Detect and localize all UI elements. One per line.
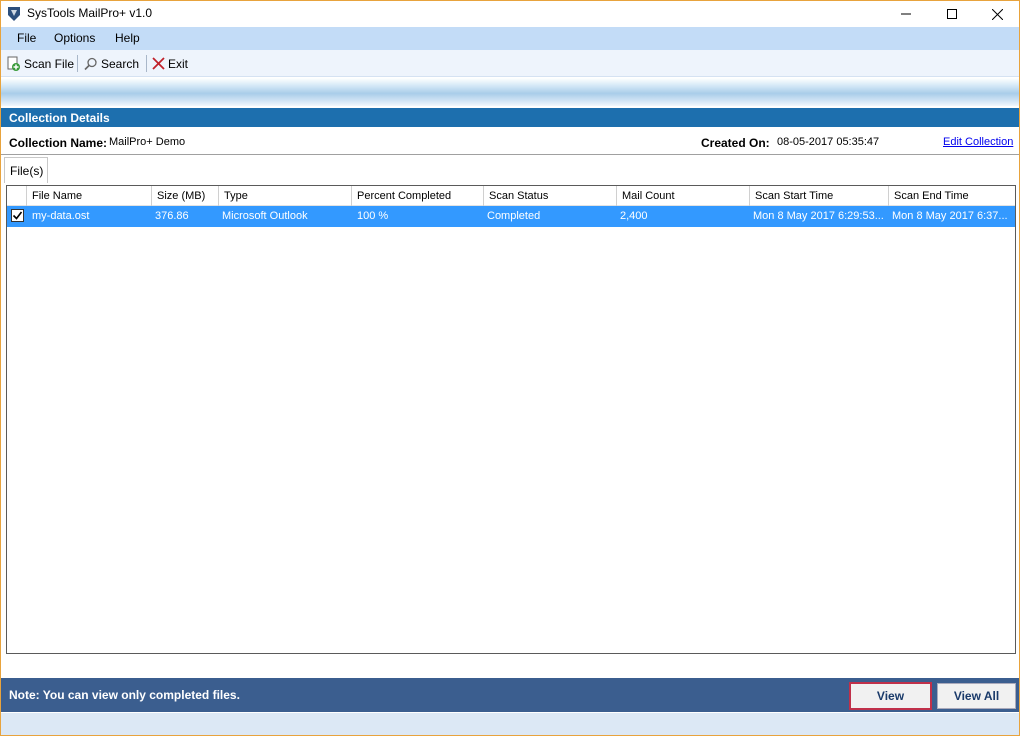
cell-type: Microsoft Outlook — [222, 210, 308, 222]
toolbar: Scan File Search Exit — [1, 50, 1019, 77]
column-header-type[interactable]: Type — [219, 186, 352, 206]
collection-name-label: Collection Name: — [9, 136, 108, 150]
created-on-label: Created On: — [701, 136, 770, 150]
cell-file-name: my-data.ost — [32, 210, 90, 222]
menu-options[interactable]: Options — [54, 31, 95, 45]
collection-info: Collection Name: MailPro+ Demo Created O… — [1, 131, 1019, 153]
scan-file-label: Scan File — [24, 56, 75, 71]
created-on-value: 08-05-2017 05:35:47 — [777, 136, 880, 148]
view-button[interactable]: View — [849, 682, 932, 710]
exit-icon — [152, 57, 165, 70]
minimize-button[interactable] — [883, 1, 929, 27]
search-button[interactable]: Search — [84, 54, 139, 73]
column-header-file-name[interactable]: File Name — [27, 186, 152, 206]
title-bar: SysTools MailPro+ v1.0 — [1, 1, 1019, 27]
collection-name-value: MailPro+ Demo — [109, 136, 186, 148]
collection-details-header: Collection Details — [1, 108, 1019, 127]
column-header-mail-count[interactable]: Mail Count — [617, 186, 750, 206]
column-header-scan-status[interactable]: Scan Status — [484, 186, 617, 206]
cell-scan-start-time: Mon 8 May 2017 6:29:53... — [753, 210, 884, 222]
menu-file[interactable]: File — [17, 31, 36, 45]
cell-scan-status: Completed — [487, 210, 541, 222]
cell-scan-end-time: Mon 8 May 2017 6:37... — [892, 210, 1008, 222]
tab-files[interactable]: File(s) — [4, 157, 48, 183]
checkmark-icon — [12, 211, 23, 220]
footer-bar: Note: You can view only completed files.… — [1, 678, 1019, 712]
app-logo-icon — [6, 6, 22, 22]
search-icon — [84, 57, 97, 70]
minimize-icon — [901, 13, 911, 15]
window-title: SysTools MailPro+ v1.0 — [27, 6, 153, 20]
scan-file-button[interactable]: Scan File — [6, 54, 74, 73]
search-label: Search — [101, 56, 140, 71]
files-grid: File Name Size (MB) Type Percent Complet… — [6, 185, 1016, 654]
menu-help[interactable]: Help — [115, 31, 140, 45]
row-checkbox[interactable] — [11, 209, 24, 222]
column-header-size[interactable]: Size (MB) — [152, 186, 219, 206]
cell-percent-completed: 100 % — [357, 210, 389, 222]
column-header-scan-start-time[interactable]: Scan Start Time — [750, 186, 889, 206]
maximize-icon — [947, 9, 957, 19]
grid-header: File Name Size (MB) Type Percent Complet… — [7, 186, 1015, 206]
divider — [1, 154, 1019, 155]
column-header-percent-completed[interactable]: Percent Completed — [352, 186, 484, 206]
column-header-scan-end-time[interactable]: Scan End Time — [889, 186, 1015, 206]
close-button[interactable] — [974, 1, 1020, 27]
close-icon — [991, 8, 1003, 20]
scan-file-icon — [7, 56, 20, 71]
maximize-button[interactable] — [929, 1, 975, 27]
cell-mail-count: 2,400 — [620, 210, 648, 222]
toolbar-divider — [146, 55, 147, 72]
decorative-band — [1, 78, 1019, 106]
cell-size: 376.86 — [155, 210, 189, 222]
exit-button[interactable]: Exit — [152, 54, 188, 73]
status-bar — [1, 713, 1019, 735]
table-row[interactable]: my-data.ost 376.86 Microsoft Outlook 100… — [7, 206, 1015, 227]
exit-label: Exit — [168, 56, 189, 71]
view-all-button[interactable]: View All — [937, 683, 1016, 709]
grid-header-checkbox-column — [7, 186, 27, 206]
app-window: SysTools MailPro+ v1.0 File Options Help… — [0, 0, 1020, 736]
edit-collection-link[interactable]: Edit Collection — [943, 136, 1013, 148]
footer-note: Note: You can view only completed files. — [9, 688, 240, 702]
menu-bar: File Options Help — [1, 27, 1019, 50]
toolbar-divider — [77, 55, 78, 72]
